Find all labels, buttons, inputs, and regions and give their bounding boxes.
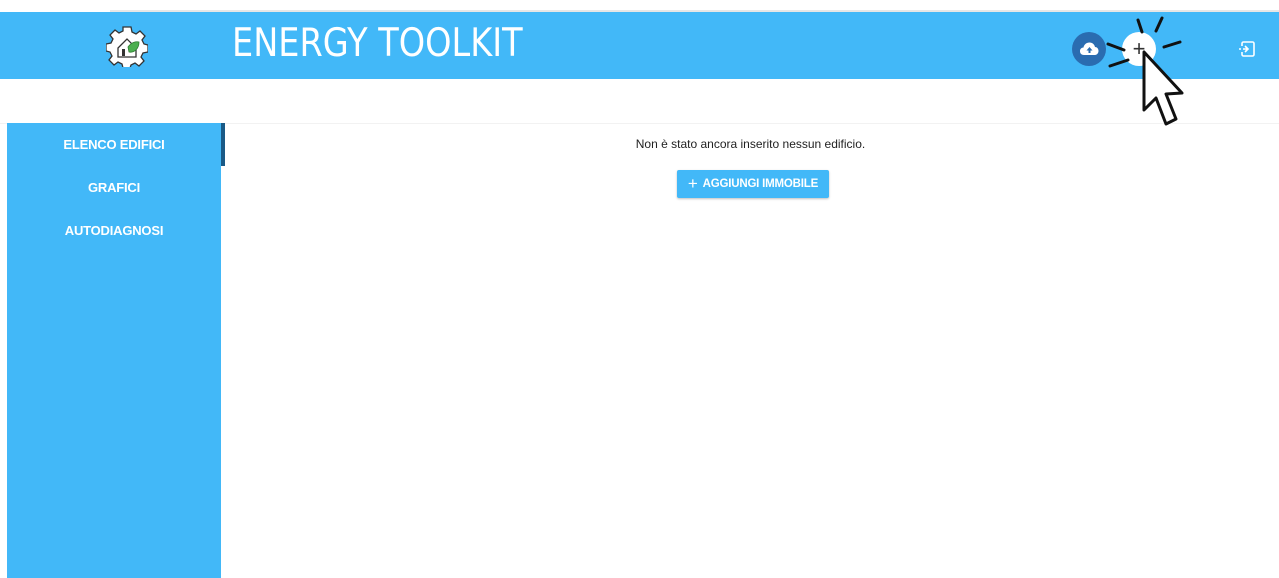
- sidebar-item-label: ELENCO EDIFICI: [63, 136, 165, 152]
- app-logo-icon: [106, 26, 148, 67]
- sidebar-item-grafici[interactable]: GRAFICI: [7, 166, 221, 208]
- top-strip: [0, 0, 1279, 12]
- sub-header-bar: [0, 79, 1279, 124]
- cloud-upload-button[interactable]: [1072, 32, 1106, 66]
- sidebar-item-label: AUTODIAGNOSI: [64, 222, 164, 238]
- cloud-upload-icon: [1080, 42, 1099, 55]
- empty-state-message: Non è stato ancora inserito nessun edifi…: [635, 137, 866, 151]
- logout-icon[interactable]: [1238, 40, 1256, 58]
- sidebar-item-label: GRAFICI: [87, 179, 141, 195]
- plus-icon: +: [1132, 36, 1146, 61]
- add-property-button[interactable]: + AGGIUNGI IMMOBILE: [677, 170, 829, 198]
- plus-icon: +: [687, 174, 698, 193]
- add-property-label: AGGIUNGI IMMOBILE: [702, 178, 819, 190]
- app-header: ENERGY TOOLKIT +: [0, 12, 1279, 79]
- add-button[interactable]: +: [1122, 32, 1156, 66]
- sidebar-item-elenco-edifici[interactable]: ELENCO EDIFICI: [7, 123, 221, 165]
- sidebar: ELENCO EDIFICI GRAFICI AUTODIAGNOSI: [7, 123, 225, 578]
- app-title: ENERGY TOOLKIT: [232, 21, 523, 66]
- sidebar-item-autodiagnosi[interactable]: AUTODIAGNOSI: [7, 209, 221, 251]
